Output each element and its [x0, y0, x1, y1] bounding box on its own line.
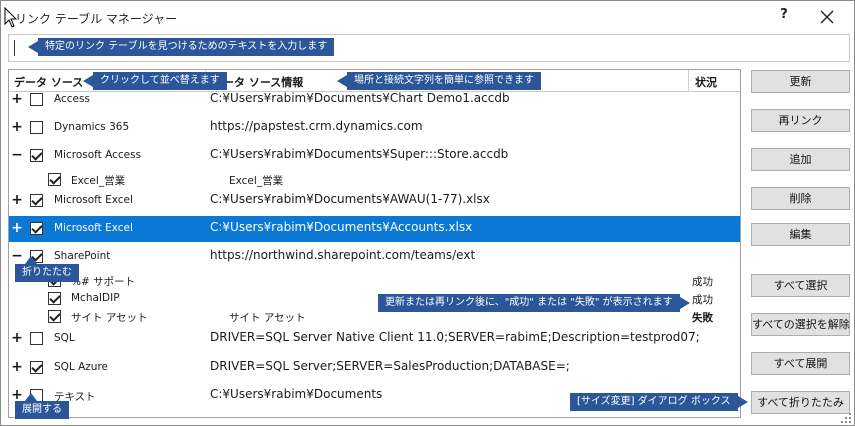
row-source-name: SharePoint	[54, 250, 111, 262]
row-checkbox[interactable]	[30, 332, 43, 345]
edit-button[interactable]: 編集	[751, 223, 850, 246]
callout-expand: 展開する	[15, 393, 69, 419]
select-all-button[interactable]: すべて選択	[751, 274, 850, 297]
help-button[interactable]: ?	[775, 7, 793, 27]
table-row[interactable]: + Microsoft Excel C:¥Users¥rabim¥Documents…	[9, 188, 740, 214]
row-source-name: Microsoft Access	[54, 149, 142, 161]
row-source-info: C:¥Users¥rabim¥Documents	[210, 387, 383, 401]
title-bar: リンク テーブル マネージャー ?	[1, 1, 854, 33]
row-source-info: C:¥Users¥rabim¥Documents¥Accounts.xlsx	[210, 220, 473, 234]
table-row-child[interactable]: Excel_営業 Excel_営業	[9, 171, 740, 189]
expand-icon[interactable]: +	[11, 193, 23, 207]
table-row[interactable]: + Access C:¥Users¥rabim¥Documents¥Chart De…	[9, 87, 740, 113]
row-source-name: サイト アセット	[71, 312, 148, 324]
callout-status: 更新または再リンク後に、"成功" または "失敗" が表示されます	[378, 294, 690, 312]
row-status: 成功	[692, 294, 713, 306]
linked-table-manager-dialog: リンク テーブル マネージャー ? 特定のリンク テーブルを見つけるためのテキス…	[0, 0, 855, 426]
refresh-button[interactable]: 更新	[751, 70, 850, 93]
text-caret	[14, 40, 15, 56]
row-checkbox[interactable]	[30, 149, 43, 162]
table-row[interactable]: + SQL Azure DRIVER=SQL Server;SERVER=Sales…	[9, 355, 740, 381]
row-source-name: Microsoft Excel	[54, 194, 133, 206]
expand-all-button[interactable]: すべて展開	[751, 352, 850, 375]
row-source-name: Access	[54, 93, 90, 105]
row-checkbox[interactable]	[30, 222, 43, 235]
row-checkbox[interactable]	[30, 93, 43, 106]
table-row[interactable]: − Microsoft Access C:¥Users¥rabim¥Document…	[9, 143, 740, 169]
row-source-info: C:¥Users¥rabim¥Documents¥AWAU(1-77).xlsx	[210, 192, 490, 206]
row-source-name: %# サポート	[71, 276, 136, 288]
row-source-name: Microsoft Excel	[54, 222, 133, 234]
expand-icon[interactable]: +	[11, 360, 23, 374]
expand-icon[interactable]: +	[11, 221, 23, 235]
linked-tables-grid[interactable]: データ ソース データ ソース情報 状況 + Access C:¥Users¥rab…	[8, 69, 741, 418]
expand-icon[interactable]: +	[11, 388, 23, 402]
row-source-name: Dynamics 365	[54, 121, 130, 133]
row-source-info: サイト アセット	[229, 312, 306, 324]
callout-search: 特定のリンク テーブルを見つけるためのテキストを入力します	[27, 38, 335, 56]
row-checkbox[interactable]	[30, 121, 43, 134]
row-source-name: MchaIDIP	[71, 292, 120, 304]
collapse-icon[interactable]: −	[11, 148, 23, 162]
row-status: 成功	[692, 276, 713, 288]
row-checkbox[interactable]	[48, 173, 61, 186]
row-source-name: SQL Azure	[54, 361, 109, 373]
callout-collapse: 折りたたむ	[15, 256, 79, 282]
table-row[interactable]: − SharePoint https://northwind.sharepoint.…	[9, 244, 740, 270]
row-source-info: DRIVER=SQL Server;SERVER=SalesProduction…	[210, 359, 570, 373]
expand-icon[interactable]: +	[11, 92, 23, 106]
expand-icon[interactable]: +	[11, 331, 23, 345]
collapse-all-button[interactable]: すべて折りたたみ	[751, 391, 850, 414]
row-source-info: https://papstest.crm.dynamics.com	[210, 119, 423, 133]
resize-grip-icon[interactable]	[839, 411, 853, 425]
dialog-title: リンク テーブル マネージャー	[15, 12, 178, 26]
row-checkbox[interactable]	[48, 310, 61, 323]
row-checkbox[interactable]	[30, 194, 43, 207]
close-icon[interactable]	[815, 5, 839, 29]
expand-icon[interactable]: +	[11, 120, 23, 134]
callout-resize: [サイズ変更] ダイアログ ボックス	[570, 393, 748, 411]
delete-button[interactable]: 削除	[751, 187, 850, 210]
callout-info: 場所と接続文字列を簡単に参照できます	[337, 72, 541, 90]
add-button[interactable]: 追加	[751, 148, 850, 171]
row-source-info: Excel_営業	[229, 175, 284, 187]
row-status: 失敗	[692, 312, 713, 324]
relink-button[interactable]: 再リンク	[751, 109, 850, 132]
row-source-info: C:¥Users¥rabim¥Documents¥Chart Demo1.acc…	[210, 91, 510, 105]
callout-sort: クリックして並べ替えます	[83, 72, 227, 90]
row-checkbox[interactable]	[48, 292, 61, 305]
row-source-info: C:¥Users¥rabim¥Documents¥Super:::Store.a…	[210, 147, 509, 161]
deselect-all-button[interactable]: すべての選択を解除	[751, 313, 850, 336]
row-source-info: DRIVER=SQL Server Native Client 11.0;SER…	[210, 330, 700, 344]
table-row[interactable]: + Microsoft Excel C:¥Users¥rabim¥Documents…	[9, 216, 740, 242]
row-source-info: https://northwind.sharepoint.com/teams/e…	[210, 248, 476, 262]
row-source-name: SQL	[54, 332, 75, 344]
row-source-name: Excel_営業	[71, 175, 126, 187]
collapse-icon[interactable]: −	[11, 249, 23, 263]
table-row[interactable]: + Dynamics 365 https://papstest.crm.dynami…	[9, 115, 740, 141]
table-row[interactable]: + SQL DRIVER=SQL Server Native Client 11.0…	[9, 326, 740, 352]
table-row-child[interactable]: %# サポート 成功	[9, 272, 740, 290]
row-checkbox[interactable]	[30, 361, 43, 374]
